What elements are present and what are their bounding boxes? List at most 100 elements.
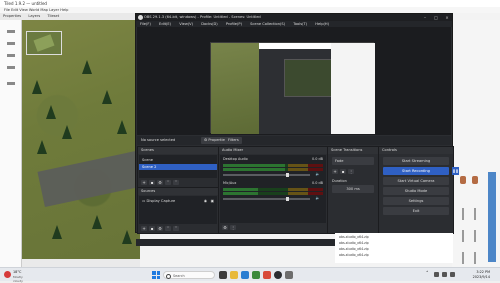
bg-tab[interactable]: Tileset (47, 14, 59, 18)
map-canvas[interactable] (22, 20, 140, 259)
tool-icon[interactable] (7, 82, 15, 85)
chevron-up-icon[interactable]: ˄ (426, 271, 429, 277)
scene-settings-icon[interactable]: ⚙ (157, 180, 163, 185)
visibility-eye-icon[interactable]: ◉ (204, 198, 207, 204)
source-item[interactable]: ▭ Display Capture ◉ ▣ (139, 198, 217, 204)
file-item[interactable]: obs-studio_x64.zip (339, 247, 369, 251)
tileset-selection[interactable] (488, 172, 496, 262)
exit-button[interactable]: Exit (383, 207, 449, 215)
preview-display-capture[interactable] (210, 42, 375, 134)
menu-docks[interactable]: Docks(D) (201, 22, 217, 26)
start-recording-label: Start Recording (402, 169, 430, 173)
volume-slider-handle[interactable] (285, 197, 289, 201)
map-scrollbar[interactable] (22, 259, 140, 267)
network-icon[interactable] (442, 272, 447, 277)
tool-icon[interactable] (7, 54, 15, 57)
transition-type-select[interactable]: Fade (332, 157, 374, 165)
menu-tools[interactable]: Tools(T) (293, 22, 307, 26)
menu-edit[interactable]: Edit(E) (159, 22, 171, 26)
speaker-icon[interactable]: 🔈 (316, 172, 320, 176)
tool-icon[interactable] (7, 30, 15, 33)
volume-slider[interactable] (223, 197, 310, 201)
sprite-tile[interactable] (460, 176, 466, 184)
volume-slider-handle[interactable] (285, 173, 289, 177)
sprite-tile[interactable] (474, 252, 476, 264)
add-source-button[interactable]: + (141, 226, 147, 231)
move-down-icon[interactable]: ˅ (173, 226, 179, 231)
remove-scene-button[interactable]: ▪ (149, 180, 155, 185)
background-tab-strip[interactable]: Properties Layers Tileset (0, 13, 138, 20)
menu-scene-collection[interactable]: Scene Collection(S) (250, 22, 285, 26)
editor-taskbar-icon[interactable] (285, 271, 293, 279)
move-up-icon[interactable]: ˄ (165, 226, 171, 231)
scene-item-selected[interactable]: Scene 2 (139, 164, 217, 170)
speaker-icon[interactable]: 🔈 (316, 196, 320, 200)
start-virtual-camera-button[interactable]: Start Virtual Camera (383, 177, 449, 185)
editor-left-toolbar[interactable] (0, 20, 22, 267)
scenes-list[interactable]: Scene Scene 2 (139, 155, 217, 178)
tool-icon[interactable] (7, 66, 15, 69)
add-scene-button[interactable]: + (141, 180, 147, 185)
file-list[interactable]: obs-studio_x64.zip obs-studio_x64.zip ob… (335, 233, 453, 263)
app-icon[interactable] (252, 271, 260, 279)
file-item[interactable]: obs-studio_x64.zip (339, 235, 369, 239)
speaker-icon[interactable] (450, 272, 455, 277)
add-transition-button[interactable]: + (332, 169, 338, 174)
bg-tab[interactable]: Layers (28, 14, 40, 18)
start-button[interactable] (152, 271, 160, 279)
mixer-menu-icon[interactable]: ⋮ (230, 225, 236, 230)
source-settings-icon[interactable]: ⚙ (157, 226, 163, 231)
mixer-settings-icon[interactable]: ⚙ (222, 225, 228, 230)
weather-widget[interactable]: 18°C Mostly cloudy (4, 270, 32, 283)
clock[interactable]: 3:22 PM 2023/9/14 (473, 270, 490, 280)
sprite-tile[interactable] (462, 252, 464, 264)
sprite-tile[interactable] (472, 176, 478, 184)
file-explorer-icon[interactable] (230, 271, 238, 279)
volume-slider[interactable] (223, 173, 310, 177)
settings-button[interactable]: Settings (383, 197, 449, 205)
menu-help[interactable]: Help(H) (315, 22, 329, 26)
start-recording-button[interactable]: Start Recording ❚❚ (383, 167, 459, 175)
level-meter-mask (258, 192, 323, 195)
scenes-footer: + ▪ ⚙ ˄ ˅ (139, 179, 217, 186)
sprite-tile[interactable] (474, 230, 476, 242)
move-up-icon[interactable]: ˄ (165, 180, 171, 185)
remove-source-button[interactable]: ▪ (149, 226, 155, 231)
sources-list[interactable]: ▭ Display Capture ◉ ▣ (139, 196, 217, 224)
lock-icon[interactable]: ▣ (211, 198, 214, 204)
file-item[interactable]: obs-studio_x64.zip (339, 253, 369, 257)
level-meter (223, 168, 323, 171)
edge-browser-icon[interactable] (241, 271, 249, 279)
obs-window: OBS 29.1.3 (64-bit, windows) - Profile: … (135, 13, 459, 246)
sprite-tile[interactable] (462, 230, 464, 242)
obs-taskbar-icon[interactable] (274, 271, 282, 279)
minimize-icon[interactable]: – (420, 14, 430, 21)
maximize-icon[interactable]: □ (431, 14, 441, 21)
controls-dock: Controls Start Streaming Start Recording… (378, 146, 459, 234)
task-view-icon[interactable] (219, 271, 227, 279)
scene-item[interactable]: Scene (139, 157, 217, 163)
menu-file[interactable]: File(F) (140, 22, 151, 26)
sprite-tile[interactable] (474, 208, 476, 220)
duration-input[interactable]: 300 ms (332, 185, 374, 193)
tool-icon[interactable] (7, 42, 15, 45)
studio-mode-button[interactable]: Studio Mode (383, 187, 449, 195)
file-item[interactable]: obs-studio_x64.zip (339, 241, 369, 245)
obs-titlebar[interactable]: OBS 29.1.3 (64-bit, windows) - Profile: … (136, 14, 452, 21)
sprite-tile[interactable] (462, 208, 464, 220)
transition-menu-icon[interactable]: ⋮ (348, 169, 354, 174)
filters-button[interactable]: Filters (225, 137, 242, 144)
chrome-icon[interactable] (263, 271, 271, 279)
remove-transition-button[interactable]: ▪ (340, 169, 346, 174)
close-icon[interactable]: × (442, 14, 452, 21)
obs-preview[interactable] (137, 27, 451, 135)
menu-profile[interactable]: Profile(P) (226, 22, 242, 26)
bg-tab[interactable]: Properties (3, 14, 21, 18)
minimap[interactable] (26, 31, 62, 55)
start-streaming-button[interactable]: Start Streaming (383, 157, 449, 165)
taskbar-search[interactable]: Search (163, 271, 215, 279)
tray-app-icon[interactable] (434, 272, 439, 277)
move-down-icon[interactable]: ˅ (173, 180, 179, 185)
menu-view[interactable]: View(V) (179, 22, 193, 26)
pause-recording-icon[interactable]: ❚❚ (452, 167, 459, 175)
